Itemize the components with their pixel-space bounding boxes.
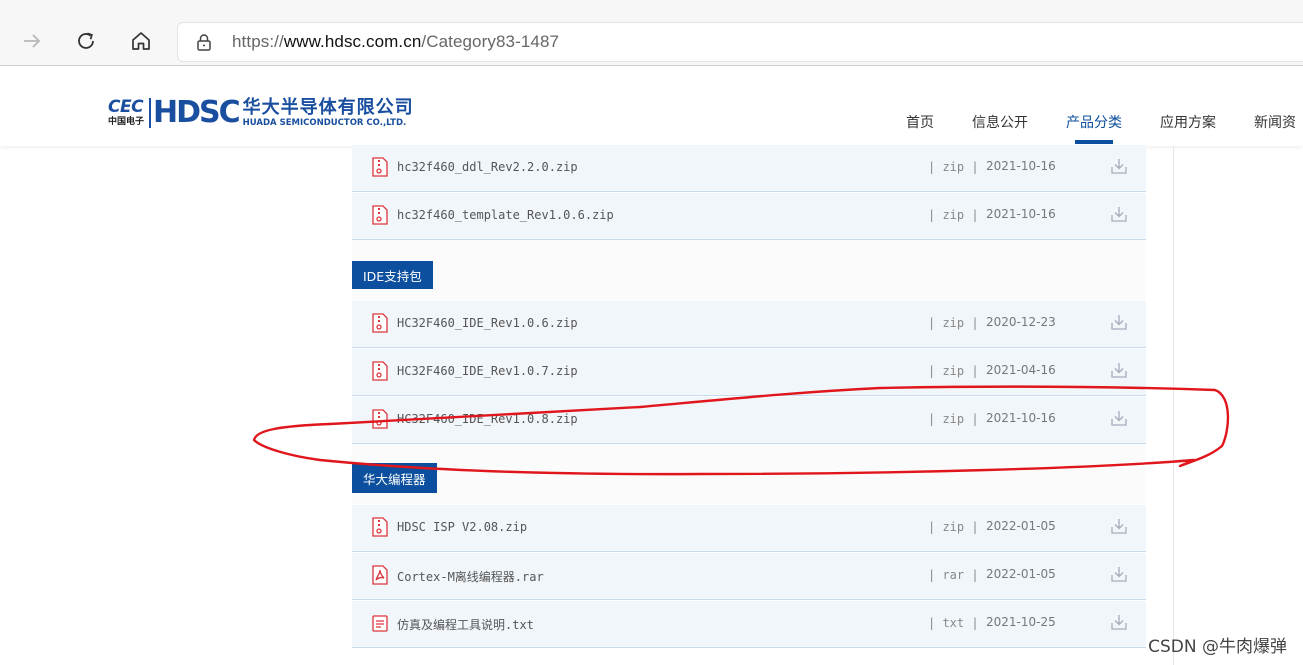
zip-file-icon — [372, 361, 388, 381]
download-icon[interactable] — [1110, 157, 1128, 175]
file-date: 2021-10-16 — [986, 411, 1056, 425]
hdsc-logo-letters: HDSC — [153, 95, 241, 130]
file-row[interactable]: hc32f460_ddl_Rev2.2.0.zip | zip | 2021-1… — [352, 145, 1146, 192]
download-icon[interactable] — [1110, 517, 1128, 535]
file-row[interactable]: HC32F460_IDE_Rev1.0.8.zip | zip | 2021-1… — [352, 397, 1146, 444]
browser-toolbar: https://www.hdsc.com.cn/Category83-1487 — [0, 0, 1303, 66]
file-name-link[interactable]: hc32f460_ddl_Rev2.2.0.zip — [397, 160, 578, 174]
file-name-link[interactable]: 仿真及编程工具说明.txt — [397, 616, 534, 633]
site-header: CEC 中国电子 HDSC 华大半导体有限公司 HUADA SEMICONDUC… — [0, 67, 1303, 146]
download-icon[interactable] — [1110, 313, 1128, 331]
file-type-text: txt — [942, 616, 965, 630]
file-name-link[interactable]: HC32F460_IDE_Rev1.0.7.zip — [397, 364, 578, 378]
file-type-text: rar — [942, 568, 965, 582]
section-gap — [352, 239, 1146, 300]
nav-item-solutions[interactable]: 应用方案 — [1160, 112, 1216, 132]
file-type-text: zip — [942, 316, 965, 330]
file-row[interactable]: HC32F460_IDE_Rev1.0.6.zip | zip | 2020-1… — [352, 301, 1146, 348]
zip-file-icon — [372, 517, 388, 537]
cec-logo: CEC 中国电子 — [108, 99, 144, 127]
cec-logo-subtext: 中国电子 — [108, 116, 145, 126]
site-logo[interactable]: CEC 中国电子 HDSC 华大半导体有限公司 HUADA SEMICONDUC… — [108, 95, 414, 131]
file-name-link[interactable]: HC32F460_IDE_Rev1.0.6.zip — [397, 316, 578, 330]
file-type: | zip | — [928, 160, 979, 174]
file-type-text: zip — [942, 364, 965, 378]
file-type: | txt | — [928, 616, 979, 630]
download-icon[interactable] — [1110, 409, 1128, 427]
company-name-en: HUADA SEMICONDUCTOR CO.,LTD. — [242, 118, 407, 128]
file-name-link[interactable]: hc32f460_template_Rev1.0.6.zip — [397, 208, 614, 222]
nav-item-products[interactable]: 产品分类 — [1066, 112, 1122, 144]
file-date: 2022-01-05 — [986, 567, 1056, 581]
file-row[interactable]: hc32f460_template_Rev1.0.6.zip | zip | 2… — [352, 193, 1146, 240]
home-button[interactable] — [126, 26, 156, 56]
refresh-icon — [78, 32, 94, 49]
lock-icon[interactable] — [194, 32, 214, 52]
file-date: 2020-12-23 — [986, 315, 1056, 329]
file-type: | zip | — [928, 412, 979, 426]
file-type-text: zip — [942, 412, 965, 426]
file-date: 2021-10-16 — [986, 159, 1056, 173]
file-name-link[interactable]: HC32F460_IDE_Rev1.0.8.zip — [397, 412, 578, 426]
download-icon[interactable] — [1110, 205, 1128, 223]
url-path: /Category83-1487 — [421, 32, 560, 51]
hdsc-logo: HDSC 华大半导体有限公司 HUADA SEMICONDUCTOR CO.,L… — [153, 95, 414, 130]
section-gap — [352, 443, 1146, 504]
nav-item-news[interactable]: 新闻资 — [1254, 112, 1296, 132]
file-type: | zip | — [928, 316, 979, 330]
url-host: www.hdsc.com.cn — [283, 32, 422, 51]
zip-file-icon — [372, 157, 388, 177]
section-tag-programmer: 华大编程器 — [352, 463, 437, 493]
file-date: 2022-01-05 — [986, 519, 1056, 533]
zip-file-icon — [372, 205, 388, 225]
address-bar[interactable]: https://www.hdsc.com.cn/Category83-1487 — [177, 22, 1303, 62]
txt-file-icon — [372, 615, 388, 632]
file-date: 2021-04-16 — [986, 363, 1056, 377]
company-name-cn: 华大半导体有限公司 — [242, 97, 414, 118]
section-tag-ide: IDE支持包 — [352, 261, 433, 289]
file-name-link[interactable]: HDSC ISP V2.08.zip — [397, 520, 527, 534]
file-row[interactable]: 仿真及编程工具说明.txt | txt | 2021-10-25 — [352, 601, 1146, 648]
file-date: 2021-10-16 — [986, 207, 1056, 221]
file-row[interactable]: HC32F460_IDE_Rev1.0.7.zip | zip | 2021-0… — [352, 349, 1146, 396]
refresh-button[interactable] — [71, 26, 101, 56]
zip-file-icon — [372, 313, 388, 333]
nav-item-home[interactable]: 首页 — [906, 112, 934, 132]
file-date: 2021-10-25 — [986, 615, 1056, 629]
file-row[interactable]: HDSC ISP V2.08.zip | zip | 2022-01-05 — [352, 505, 1146, 552]
forward-button[interactable] — [17, 26, 47, 56]
file-type: | zip | — [928, 520, 979, 534]
file-type-text: zip — [942, 208, 965, 222]
forward-arrow-icon — [24, 34, 41, 48]
pdf-file-icon — [372, 565, 388, 585]
file-type: | rar | — [928, 568, 979, 582]
file-type: | zip | — [928, 364, 979, 378]
file-row[interactable]: Cortex-M离线编程器.rar | rar | 2022-01-05 — [352, 553, 1146, 600]
file-name-link[interactable]: Cortex-M离线编程器.rar — [397, 568, 544, 585]
main-navigation: 首页 信息公开 产品分类 应用方案 新闻资 — [906, 112, 1303, 144]
download-icon[interactable] — [1110, 565, 1128, 583]
nav-item-info[interactable]: 信息公开 — [972, 112, 1028, 132]
download-icon[interactable] — [1110, 613, 1128, 631]
file-type-text: zip — [942, 520, 965, 534]
zip-file-icon — [372, 409, 388, 429]
url-scheme: https:// — [232, 32, 284, 51]
cec-logo-text: CEC — [108, 97, 144, 117]
csdn-watermark: CSDN @牛肉爆弹 — [1148, 637, 1287, 657]
download-icon[interactable] — [1110, 361, 1128, 379]
file-type: | zip | — [928, 208, 979, 222]
file-type-text: zip — [942, 160, 965, 174]
url-text[interactable]: https://www.hdsc.com.cn/Category83-1487 — [232, 32, 559, 52]
home-icon — [132, 32, 150, 50]
